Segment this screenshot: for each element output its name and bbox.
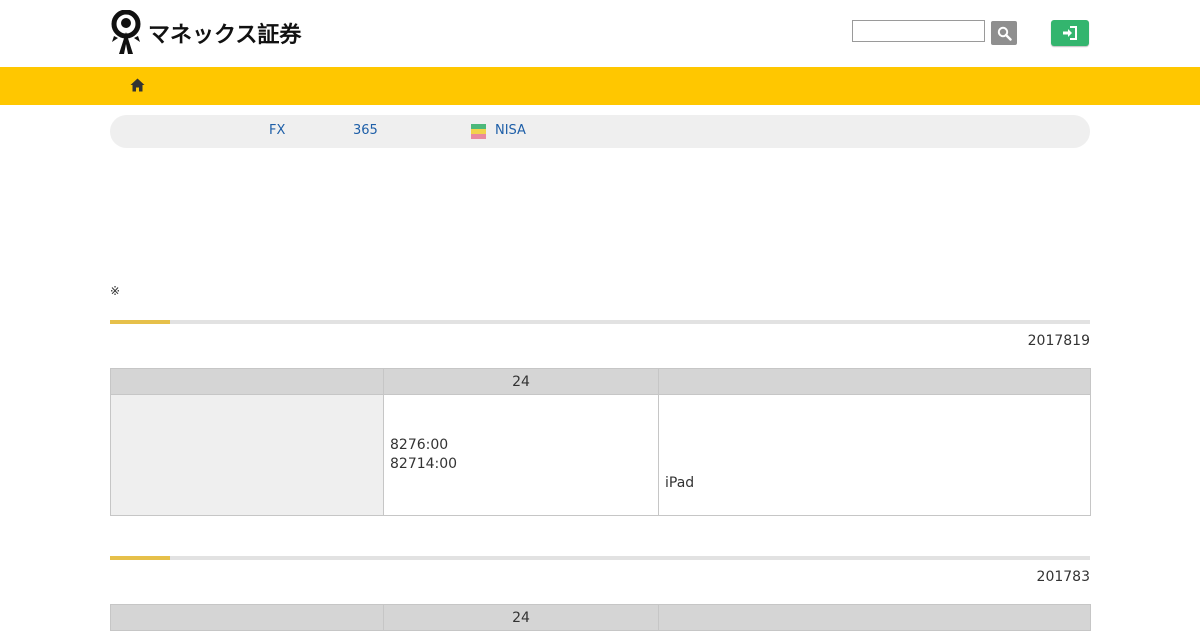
table-header-row: 24: [110, 368, 1091, 395]
schedule-table: 24 8276:00 82714:00 iPad: [110, 368, 1091, 516]
logo-figure-icon: [111, 10, 141, 54]
site-header: マネックス証券: [0, 0, 1200, 67]
divider-accent: [110, 556, 170, 560]
section-date: 2017819: [1027, 333, 1090, 349]
schedule-time-line: 82714:00: [390, 456, 458, 472]
table-header-cell: 24: [383, 604, 659, 631]
monex-logo[interactable]: マネックス証券: [110, 10, 301, 56]
table-header-cell: [658, 604, 1091, 631]
logo-text: マネックス証券: [148, 23, 302, 48]
subnav-item-fx[interactable]: FX: [269, 123, 285, 139]
section-divider: [110, 556, 1090, 560]
divider-accent: [110, 320, 170, 324]
subnav-item-nisa[interactable]: NISA: [495, 123, 526, 139]
main-navbar: [0, 67, 1200, 105]
section-date: 201783: [1036, 569, 1090, 585]
nisa-flag-icon: [471, 124, 486, 139]
table-row: 8276:00 82714:00 iPad: [110, 394, 1091, 516]
table-header-cell: [110, 368, 384, 395]
schedule-table: 24: [110, 604, 1091, 631]
sign-in-icon: [1063, 26, 1077, 40]
search-input[interactable]: [852, 20, 985, 42]
table-header-cell: [658, 368, 1091, 395]
sub-navigation: FX 365 NISA: [110, 115, 1090, 148]
schedule-times-cell: 8276:00 82714:00: [383, 394, 659, 516]
note-mark: ※: [110, 284, 121, 298]
home-icon[interactable]: [130, 78, 145, 92]
table-header-cell: [110, 604, 384, 631]
search-icon: [997, 26, 1012, 41]
details-cell: iPad: [658, 394, 1091, 516]
login-button[interactable]: [1051, 20, 1089, 46]
subnav-item-365[interactable]: 365: [353, 123, 378, 139]
table-header-cell: 24: [383, 368, 659, 395]
table-header-row: 24: [110, 604, 1091, 631]
details-text: iPad: [665, 475, 695, 491]
section-divider: [110, 320, 1090, 324]
search-button[interactable]: [991, 21, 1017, 45]
schedule-time-line: 8276:00: [390, 437, 449, 453]
row-label-cell: [110, 394, 384, 516]
